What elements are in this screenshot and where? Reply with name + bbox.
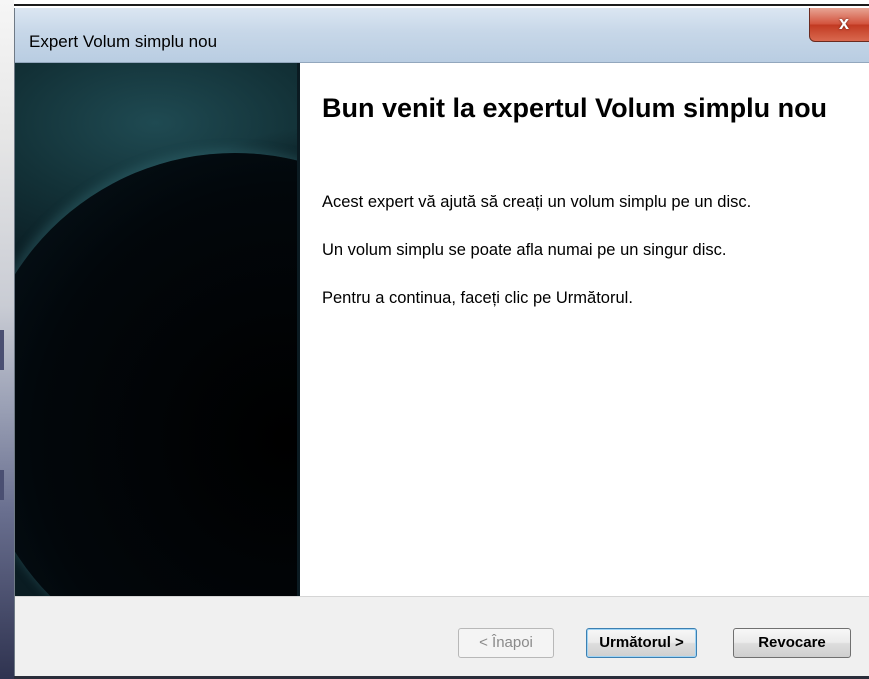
instruction-text: Pentru a continua, faceți clic pe Următo… [322,289,633,307]
close-icon: x [838,13,849,33]
banner-decoration [15,153,297,596]
cancel-button[interactable]: Revocare [733,628,851,658]
button-bar: < Înapoi Următorul > Revocare [15,596,869,679]
screen: Expert Volum simplu nou x Bun venit la e… [0,0,869,679]
intro-text: Acest expert vă ajută să creați un volum… [322,193,752,211]
back-button[interactable]: < Înapoi [458,628,554,658]
wizard-banner-image [15,63,297,596]
desktop-edge-mark [0,330,4,370]
close-button[interactable]: x [809,8,869,42]
info-text: Un volum simplu se poate afla numai pe u… [322,241,727,259]
next-button[interactable]: Următorul > [586,628,697,658]
top-border [14,4,869,6]
title-bar[interactable]: Expert Volum simplu nou x [15,8,869,63]
wizard-heading: Bun venit la expertul Volum simplu nou [322,93,828,123]
wizard-content: Bun venit la expertul Volum simplu nou A… [300,63,869,596]
desktop-edge-mark [0,470,4,500]
desktop-background-strip [0,0,14,679]
window-title: Expert Volum simplu nou [29,32,218,51]
wizard-window: Expert Volum simplu nou x Bun venit la e… [14,8,869,679]
